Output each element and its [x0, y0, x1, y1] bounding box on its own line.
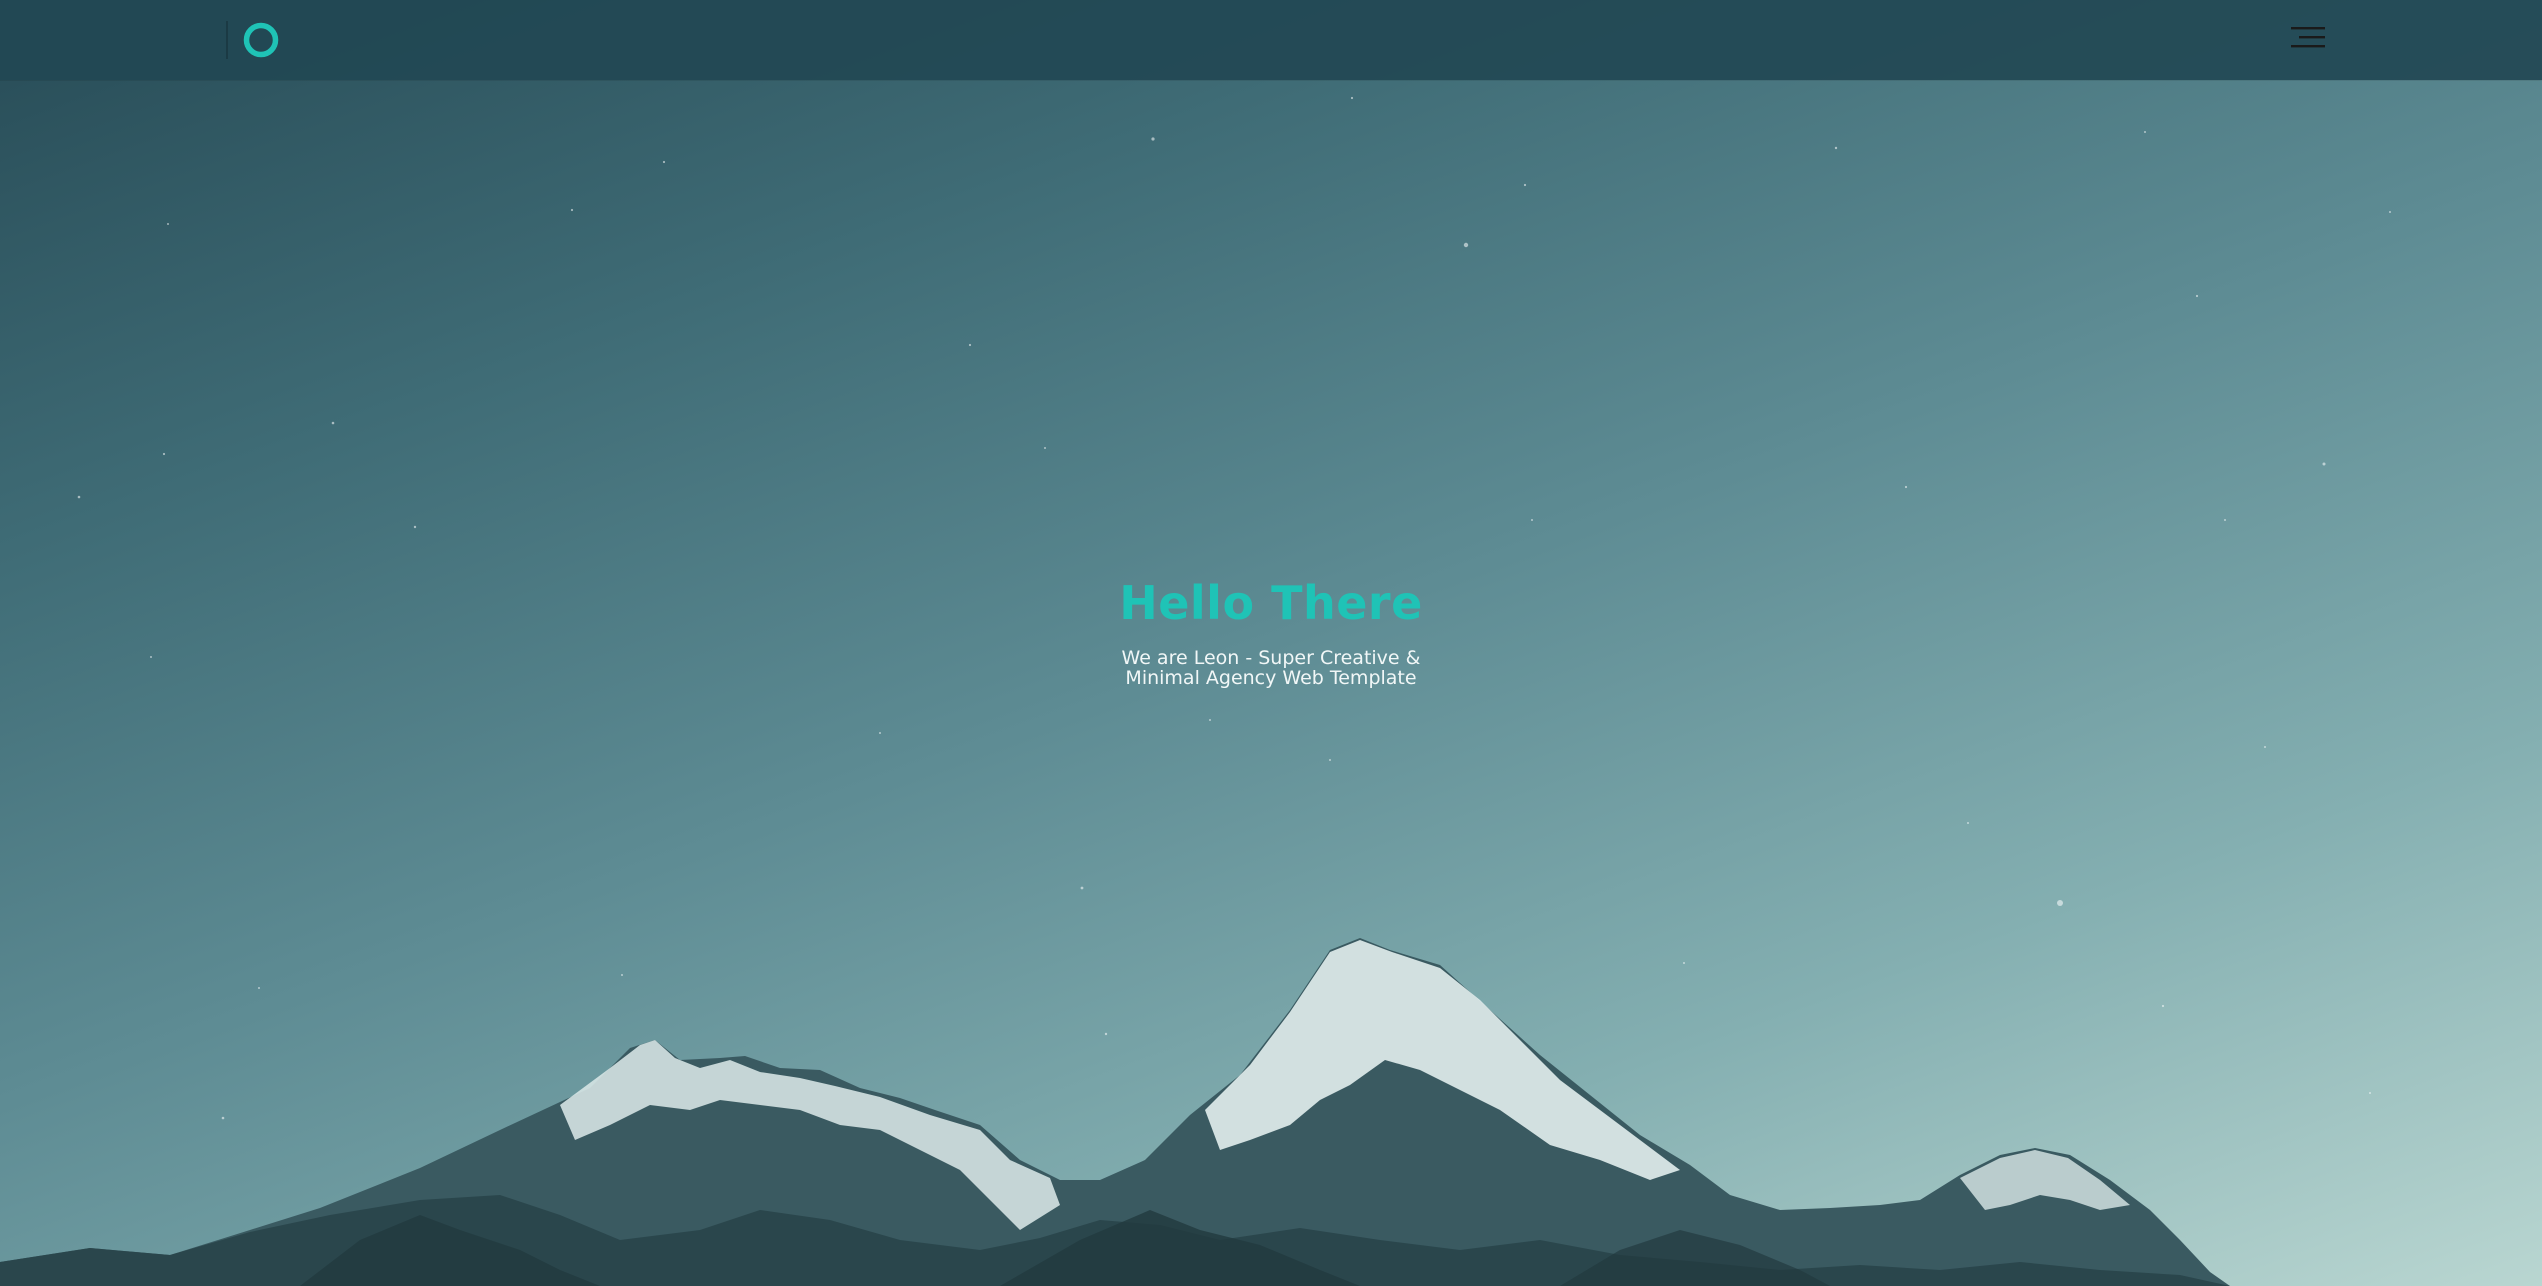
leon-circle-logo-icon[interactable]: [226, 19, 284, 61]
page: Hello There We are Leon - Super Creative…: [0, 0, 2542, 1286]
top-navigation-bar: [0, 0, 2542, 80]
logo-bar: [226, 21, 228, 59]
hero-subtitle-line-2: Minimal Agency Web Template: [1125, 667, 1417, 689]
hero-subtitle-line-1: We are Leon - Super Creative &: [1121, 647, 1421, 669]
hamburger-menu-icon[interactable]: [2291, 24, 2325, 52]
hero-subtitle: We are Leon - Super Creative & Minimal A…: [1101, 648, 1441, 688]
hero-section: Hello There We are Leon - Super Creative…: [0, 571, 2542, 688]
logo-ring: [243, 22, 279, 58]
hero-title: Hello There: [1119, 576, 1423, 630]
